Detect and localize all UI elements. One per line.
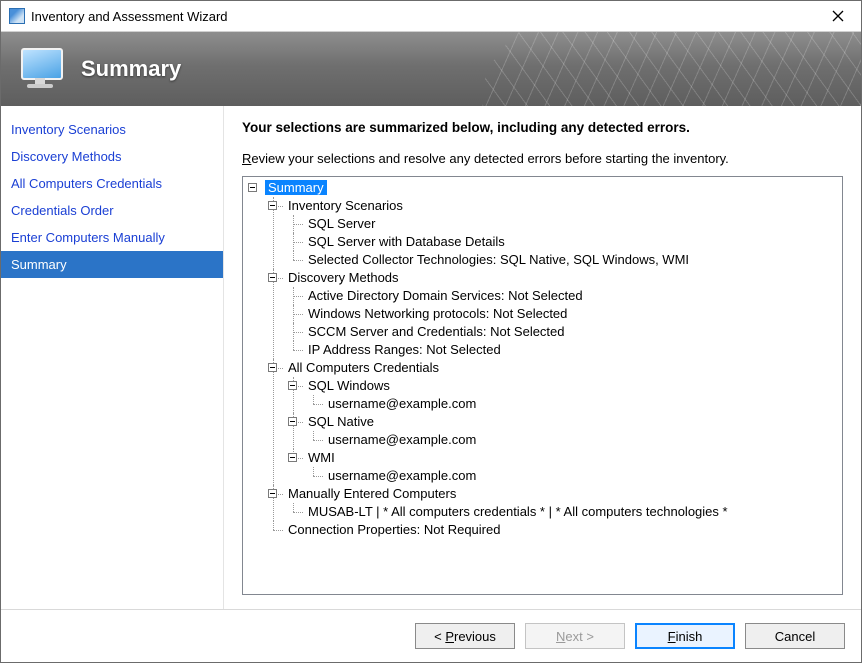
tree-leaf[interactable]: SQL Server <box>285 215 840 233</box>
tree-leaf-label[interactable]: MUSAB-LT | * All computers credentials *… <box>305 504 731 519</box>
tree-node-manual[interactable]: Manually Entered Computers MUSAB-LT | * … <box>265 485 840 521</box>
sidebar-item-discovery-methods[interactable]: Discovery Methods <box>1 143 223 170</box>
instruction-accelerator: R <box>242 151 251 166</box>
banner-title: Summary <box>81 56 181 82</box>
tree-node-cred-group[interactable]: WMI username@example.com <box>285 449 840 485</box>
banner-monitor-icon <box>19 48 67 90</box>
banner-decor <box>471 32 861 106</box>
tree-leaf-label[interactable]: Selected Collector Technologies: SQL Nat… <box>305 252 692 267</box>
title-bar: Inventory and Assessment Wizard <box>1 1 861 32</box>
tree-leaf-label[interactable]: SCCM Server and Credentials: Not Selecte… <box>305 324 568 339</box>
tree-label[interactable]: Discovery Methods <box>285 270 402 285</box>
sidebar-item-summary[interactable]: Summary <box>1 251 223 278</box>
tree-leaf-label[interactable]: SQL Server <box>305 216 378 231</box>
tree-root-label[interactable]: Summary <box>265 180 327 195</box>
tree-label[interactable]: Manually Entered Computers <box>285 486 459 501</box>
tree-node-cred-group[interactable]: SQL Native username@example.com <box>285 413 840 449</box>
tree-leaf-label[interactable]: username@example.com <box>325 468 479 483</box>
tree-node-credentials[interactable]: All Computers Credentials SQL Windows us… <box>265 359 840 485</box>
next-button: Next > <box>525 623 625 649</box>
tree-leaf-connection-properties[interactable]: Connection Properties: Not Required <box>265 521 840 539</box>
summary-tree[interactable]: Summary Inventory Scenarios SQL Server S… <box>242 176 843 595</box>
sidebar: Inventory Scenarios Discovery Methods Al… <box>1 106 223 609</box>
tree-leaf[interactable]: MUSAB-LT | * All computers credentials *… <box>285 503 840 521</box>
sidebar-item-all-credentials[interactable]: All Computers Credentials <box>1 170 223 197</box>
expander-icon[interactable] <box>248 183 257 192</box>
finish-button[interactable]: Finish <box>635 623 735 649</box>
cancel-button[interactable]: Cancel <box>745 623 845 649</box>
tree-node-cred-group[interactable]: SQL Windows username@example.com <box>285 377 840 413</box>
expander-icon[interactable] <box>268 363 277 372</box>
wizard-window: Inventory and Assessment Wizard Summary … <box>0 0 862 663</box>
tree-leaf[interactable]: SQL Server with Database Details <box>285 233 840 251</box>
button-label: Cancel <box>775 629 815 644</box>
button-label: Previous <box>442 629 496 644</box>
tree-leaf-label[interactable]: IP Address Ranges: Not Selected <box>305 342 504 357</box>
headline: Your selections are summarized below, in… <box>242 120 843 135</box>
tree-leaf[interactable]: Selected Collector Technologies: SQL Nat… <box>285 251 840 269</box>
window-title: Inventory and Assessment Wizard <box>31 9 815 24</box>
main-panel: Your selections are summarized below, in… <box>224 106 861 609</box>
footer: < Previous Next > Finish Cancel <box>1 609 861 662</box>
previous-button[interactable]: < Previous <box>415 623 515 649</box>
tree-leaf-label[interactable]: username@example.com <box>325 432 479 447</box>
tree-leaf-label[interactable]: Active Directory Domain Services: Not Se… <box>305 288 586 303</box>
tree-node-inventory-scenarios[interactable]: Inventory Scenarios SQL Server SQL Serve… <box>265 197 840 269</box>
sidebar-item-credentials-order[interactable]: Credentials Order <box>1 197 223 224</box>
tree-leaf[interactable]: Windows Networking protocols: Not Select… <box>285 305 840 323</box>
sidebar-item-inventory-scenarios[interactable]: Inventory Scenarios <box>1 116 223 143</box>
tree-leaf-label[interactable]: Windows Networking protocols: Not Select… <box>305 306 570 321</box>
app-icon <box>9 8 25 24</box>
tree-leaf-label[interactable]: SQL Server with Database Details <box>305 234 508 249</box>
banner: Summary <box>1 32 861 106</box>
tree-leaf[interactable]: Active Directory Domain Services: Not Se… <box>285 287 840 305</box>
tree-label[interactable]: All Computers Credentials <box>285 360 442 375</box>
expander-icon[interactable] <box>268 273 277 282</box>
tree-leaf-label[interactable]: Connection Properties: Not Required <box>285 522 503 537</box>
tree-leaf[interactable]: IP Address Ranges: Not Selected <box>285 341 840 359</box>
tree-leaf[interactable]: username@example.com <box>305 431 840 449</box>
expander-icon[interactable] <box>288 453 297 462</box>
sidebar-item-enter-manually[interactable]: Enter Computers Manually <box>1 224 223 251</box>
button-label: Finish <box>668 629 703 644</box>
spacer <box>242 595 843 609</box>
button-label: Next <box>556 629 586 644</box>
tree-leaf-label[interactable]: username@example.com <box>325 396 479 411</box>
tree-label[interactable]: WMI <box>305 450 338 465</box>
tree-leaf[interactable]: username@example.com <box>305 395 840 413</box>
tree-node-discovery-methods[interactable]: Discovery Methods Active Directory Domai… <box>265 269 840 359</box>
instruction-text: Review your selections and resolve any d… <box>242 151 843 166</box>
tree-label[interactable]: SQL Native <box>305 414 377 429</box>
expander-icon[interactable] <box>288 381 297 390</box>
body: Inventory Scenarios Discovery Methods Al… <box>1 106 861 609</box>
expander-icon[interactable] <box>268 489 277 498</box>
chevron-right-icon: > <box>586 629 594 644</box>
tree-leaf[interactable]: SCCM Server and Credentials: Not Selecte… <box>285 323 840 341</box>
expander-icon[interactable] <box>288 417 297 426</box>
chevron-left-icon: < <box>434 629 442 644</box>
expander-icon[interactable] <box>268 201 277 210</box>
tree-label[interactable]: Inventory Scenarios <box>285 198 406 213</box>
tree-root[interactable]: Summary Inventory Scenarios SQL Server S… <box>245 179 840 539</box>
tree-leaf[interactable]: username@example.com <box>305 467 840 485</box>
tree-label[interactable]: SQL Windows <box>305 378 393 393</box>
close-icon[interactable] <box>815 1 861 31</box>
instruction-rest: eview your selections and resolve any de… <box>251 151 728 166</box>
